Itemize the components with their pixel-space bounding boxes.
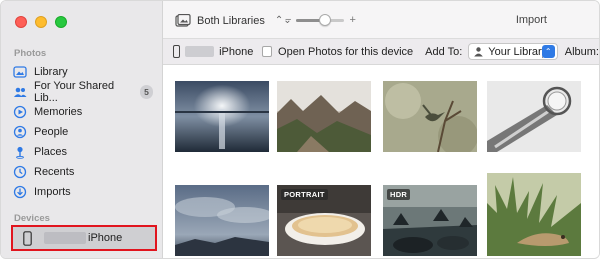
photo-thumbnail[interactable]: PORTRAIT bbox=[277, 185, 371, 256]
photo-thumbnail[interactable] bbox=[487, 81, 581, 152]
zoom-slider[interactable] bbox=[296, 13, 345, 26]
minimize-window-button[interactable] bbox=[35, 16, 47, 28]
sidebar-item-label: Places bbox=[34, 146, 68, 158]
photo-thumbnail[interactable]: HDR bbox=[383, 185, 477, 256]
photo-thumbnail[interactable] bbox=[175, 81, 269, 152]
people-icon bbox=[13, 125, 27, 139]
photo-thumbnail[interactable] bbox=[383, 81, 477, 152]
places-pin-icon bbox=[13, 145, 27, 159]
photo-cloudy-sky bbox=[175, 185, 269, 256]
zoom-slider-knob[interactable] bbox=[319, 13, 332, 26]
zoom-window-button[interactable] bbox=[55, 16, 67, 28]
sidebar-item-people[interactable]: People bbox=[13, 122, 155, 142]
sidebar-item-label: Library bbox=[34, 66, 68, 78]
library-filter-icon bbox=[175, 13, 191, 27]
shared-people-icon bbox=[13, 85, 27, 99]
open-photos-label: Open Photos for this device bbox=[278, 45, 414, 58]
person-icon bbox=[474, 47, 484, 57]
imports-icon bbox=[13, 185, 27, 199]
add-to-select[interactable]: Your Library ⌃ bbox=[468, 43, 558, 60]
zoom-in-button[interactable]: + bbox=[349, 14, 355, 26]
close-window-button[interactable] bbox=[15, 16, 27, 28]
window-controls bbox=[15, 16, 67, 28]
import-options-bar: iPhone Open Photos for this device Add T… bbox=[163, 39, 599, 65]
sidebar-item-label: People bbox=[34, 126, 69, 138]
sidebar-item-label: Imports bbox=[34, 186, 71, 198]
library-filter-label: Both Libraries bbox=[197, 14, 265, 27]
sidebar-item-memories[interactable]: Memories bbox=[13, 102, 155, 122]
device-name-redacted bbox=[185, 46, 215, 57]
photos-section-title: Photos bbox=[14, 48, 47, 59]
phone-icon bbox=[173, 45, 181, 58]
chevron-updown-icon: ⌃ bbox=[541, 45, 555, 58]
shared-count-badge: 5 bbox=[140, 85, 153, 99]
zoom-control: − + bbox=[285, 13, 356, 26]
sidebar-item-label: Memories bbox=[34, 106, 83, 118]
clock-icon bbox=[13, 165, 27, 179]
import-device-label: iPhone bbox=[219, 45, 254, 58]
library-filter-select[interactable]: Both Libraries ⌃⌄ bbox=[175, 10, 292, 31]
photo-hummingbird bbox=[383, 81, 477, 152]
add-to-label: Add To: bbox=[425, 45, 463, 58]
sidebar-item-label: Recents bbox=[34, 166, 75, 178]
library-icon bbox=[13, 65, 27, 79]
memories-icon bbox=[13, 105, 27, 119]
sidebar: Photos Library For Your Shared Lib... 5 … bbox=[1, 1, 163, 258]
sidebar-item-iphone-device[interactable]: iPhone bbox=[11, 225, 157, 251]
portrait-tag: PORTRAIT bbox=[281, 189, 328, 200]
photo-glass-bulb bbox=[487, 81, 581, 152]
open-photos-checkbox[interactable] bbox=[262, 46, 273, 57]
toolbar: Both Libraries ⌃⌄ − + Import bbox=[163, 1, 599, 39]
album-label: Album: bbox=[564, 45, 599, 58]
import-button[interactable]: Import bbox=[516, 14, 547, 26]
add-to-value: Your Library bbox=[488, 45, 548, 58]
sidebar-item-recents[interactable]: Recents bbox=[13, 162, 155, 182]
device-name-redacted bbox=[44, 232, 86, 244]
photo-lizard bbox=[487, 173, 581, 256]
photo-thumbnail[interactable] bbox=[175, 185, 269, 256]
zoom-out-button[interactable]: − bbox=[285, 14, 291, 26]
phone-icon bbox=[23, 230, 32, 246]
photos-window: Photos Library For Your Shared Lib... 5 … bbox=[0, 0, 600, 259]
photo-thumbnail[interactable] bbox=[487, 173, 581, 256]
sidebar-item-shared-library[interactable]: For Your Shared Lib... 5 bbox=[13, 80, 155, 104]
photo-ocean-moon bbox=[175, 81, 269, 152]
sidebar-item-places[interactable]: Places bbox=[13, 142, 155, 162]
sidebar-item-label: For Your Shared Lib... bbox=[34, 80, 115, 104]
devices-section-title: Devices bbox=[14, 213, 50, 224]
sidebar-item-library[interactable]: Library bbox=[13, 62, 155, 82]
photo-thumbnail[interactable] bbox=[277, 81, 371, 152]
photo-mountains bbox=[277, 81, 371, 152]
device-label: iPhone bbox=[88, 232, 123, 244]
photo-grid: PORTRAIT HDR bbox=[163, 65, 599, 258]
sidebar-item-imports[interactable]: Imports bbox=[13, 182, 155, 202]
hdr-tag: HDR bbox=[387, 189, 411, 200]
